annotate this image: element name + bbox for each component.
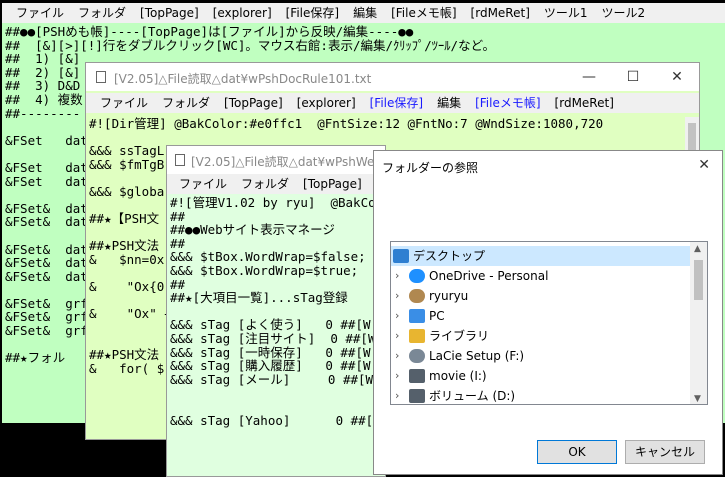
scroll-up-icon[interactable]: ▲ bbox=[694, 244, 701, 254]
text-line: &&& sTag [メール] 0 ##[W bbox=[170, 371, 374, 387]
document-icon bbox=[96, 71, 106, 83]
user-icon bbox=[409, 289, 425, 303]
menu-item[interactable]: 編集 bbox=[437, 93, 461, 113]
text-line bbox=[170, 305, 385, 319]
tree-scroll-thumb[interactable] bbox=[694, 260, 703, 300]
drive-icon bbox=[409, 369, 425, 383]
folder-label: デスクトップ bbox=[413, 249, 486, 263]
dialog-title: フォルダーの参照 bbox=[382, 161, 479, 175]
drive-icon bbox=[409, 389, 425, 403]
text-line: ##●●[PSHめも帳]----[TopPage]は[ファイル]から反映/編集-… bbox=[5, 25, 414, 39]
text-line bbox=[89, 131, 686, 145]
document-icon bbox=[175, 154, 185, 166]
webmn-titlebar: [V2.05]△File読取△dat¥wPshWebMn bbox=[167, 146, 385, 174]
text-line: &&& $tBox.WordWrap=$false; bbox=[170, 249, 366, 265]
folder-label: LaCie Setup (F:) bbox=[429, 349, 525, 363]
menu-item[interactable]: [Fileメモ帳] bbox=[475, 93, 540, 113]
folder-label: movie (I:) bbox=[429, 369, 487, 383]
webmn-menubar: ファイルフォルダ[TopPage][explorer] bbox=[167, 174, 385, 194]
menu-item[interactable]: [File保存] bbox=[286, 3, 339, 23]
menu-item[interactable]: [Fileメモ帳] bbox=[391, 3, 456, 23]
library-icon bbox=[409, 329, 425, 343]
docrule-titlebar: [V2.05]△File読取△dat¥wPshDocRule101.txt — … bbox=[86, 63, 699, 91]
minimize-button[interactable]: — bbox=[567, 63, 611, 91]
folder-tree-item[interactable]: › movie (I:) bbox=[391, 366, 691, 386]
folder-browse-dialog: フォルダーの参照 ✕ ›ボリューム (E:)›ボリューム (D:)›movie … bbox=[373, 150, 723, 475]
text-line: #![管理V1.02 by ryu] @BakCo bbox=[170, 196, 376, 210]
chevron-right-icon[interactable]: › bbox=[395, 266, 399, 286]
ok-button[interactable]: OK bbox=[537, 440, 617, 464]
chevron-right-icon[interactable]: › bbox=[395, 326, 399, 346]
menu-item[interactable]: ツール1 bbox=[544, 3, 588, 23]
folder-label: OneDrive - Personal bbox=[429, 269, 549, 283]
docrule-scroll-thumb[interactable] bbox=[688, 123, 696, 153]
chevron-right-icon[interactable]: › bbox=[395, 286, 399, 306]
menu-item[interactable]: フォルダ bbox=[241, 174, 289, 194]
webmn-title: [V2.05]△File読取△dat¥wPshWebMn bbox=[191, 155, 386, 169]
cancel-button[interactable]: キャンセル bbox=[625, 440, 705, 464]
menu-item[interactable]: [rdMeRet] bbox=[555, 93, 614, 113]
text-line: ##●●Webサイト表示マネージ bbox=[170, 222, 335, 238]
text-line: &&& sTag [Yahoo] 0 ##[W bbox=[170, 412, 381, 428]
chevron-right-icon[interactable]: › bbox=[395, 366, 399, 386]
maximize-button[interactable]: ☐ bbox=[611, 63, 655, 91]
menu-item[interactable]: ファイル bbox=[179, 174, 227, 194]
text-line: #![Dir管理] @BakColor:#e0ffc1 @FntSize:12 … bbox=[89, 117, 604, 131]
text-line bbox=[170, 400, 385, 414]
desktop-icon bbox=[393, 249, 409, 263]
text-line: ## [&][>][!]行をダブルクリック[WC]。マウス右館:表示/編集/ｸﾘ… bbox=[5, 37, 495, 53]
chevron-right-icon[interactable]: › bbox=[395, 306, 399, 326]
text-line bbox=[170, 386, 385, 400]
text-line: &&& sTag [購入履歴] 0 ##[W bbox=[170, 358, 371, 374]
menu-item[interactable]: フォルダ bbox=[162, 93, 210, 113]
menu-item[interactable]: [TopPage] bbox=[224, 93, 283, 113]
dialog-close-button[interactable]: ✕ bbox=[698, 157, 710, 173]
folder-label: PC bbox=[429, 309, 445, 323]
text-line: ## bbox=[170, 235, 186, 251]
menu-item[interactable]: [File保存] bbox=[370, 93, 423, 113]
folder-tree-item[interactable]: › ボリューム (D:) bbox=[391, 386, 691, 404]
scroll-down-icon[interactable]: ▼ bbox=[694, 394, 701, 404]
webmn-editor-text[interactable]: #![管理V1.02 by ryu] @BakCo ## ##●●Webサイト表示マ… bbox=[167, 196, 385, 476]
editor-window-webmn: [V2.05]△File読取△dat¥wPshWebMn ファイル フォルダ [To… bbox=[166, 145, 386, 477]
menu-item[interactable]: 編集 bbox=[353, 3, 377, 23]
menu-item[interactable]: [explorer] bbox=[213, 3, 272, 23]
chevron-right-icon[interactable]: › bbox=[395, 386, 399, 404]
chevron-right-icon[interactable]: › bbox=[395, 346, 399, 366]
docrule-menubar: ファイル フォルダ [TopPage] [explorer] [File保存] 編集 [Fi… bbox=[86, 93, 699, 113]
close-button[interactable]: ✕ bbox=[655, 63, 699, 91]
menu-item[interactable]: ツール2 bbox=[602, 3, 646, 23]
folder-tree-item[interactable]: › PC bbox=[391, 306, 691, 326]
folder-tree-item[interactable]: デスクトップ bbox=[391, 246, 691, 266]
folder-tree-item[interactable]: › ryuryu bbox=[391, 286, 691, 306]
folder-label: ボリューム (D:) bbox=[429, 389, 516, 403]
pc-icon bbox=[409, 309, 425, 323]
folder-tree-item[interactable]: › LaCie Setup (F:) bbox=[391, 346, 691, 366]
cloud-icon bbox=[409, 269, 425, 283]
menu-item[interactable]: [rdMeRet] bbox=[471, 3, 530, 23]
menu-item[interactable]: ファイル bbox=[100, 93, 148, 113]
folder-tree: ›ボリューム (E:)›ボリューム (D:)›movie (I:)›LaCie … bbox=[390, 241, 708, 405]
main-menubar: ファイル フォルダ [TopPage] [explorer] [File保存] 編集 [Fi… bbox=[2, 3, 725, 23]
folder-tree-item[interactable]: › ライブラリ bbox=[391, 326, 691, 346]
menu-item[interactable]: [TopPage] bbox=[303, 174, 362, 194]
menu-item[interactable]: [explorer] bbox=[297, 93, 356, 113]
folder-tree-item[interactable]: › OneDrive - Personal bbox=[391, 266, 691, 286]
text-line: &&& sTag [よく使う] 0 ##[W bbox=[170, 317, 371, 333]
text-line: &&& $tBox.WordWrap=$true; bbox=[170, 262, 359, 278]
text-line: &&& sTag [注目サイト] 0 ##[W bbox=[170, 330, 376, 346]
tree-scrollbar[interactable]: ▲ ▼ bbox=[690, 242, 707, 404]
menu-item[interactable]: [TopPage] bbox=[140, 3, 199, 23]
menu-item[interactable]: ファイル bbox=[16, 3, 64, 23]
text-line: ##★[大項目一覧]...sTag登録 bbox=[170, 290, 348, 306]
folder-label: ryuryu bbox=[429, 289, 469, 303]
menu-item[interactable]: フォルダ bbox=[78, 3, 126, 23]
text-line: &&& sTag [一時保存] 0 ##[W bbox=[170, 344, 371, 360]
disc-icon bbox=[409, 349, 425, 363]
folder-label: ライブラリ bbox=[429, 329, 490, 343]
text-line: ## bbox=[170, 276, 186, 292]
docrule-title: [V2.05]△File読取△dat¥wPshDocRule101.txt bbox=[114, 72, 372, 86]
text-line: ## bbox=[170, 208, 186, 224]
